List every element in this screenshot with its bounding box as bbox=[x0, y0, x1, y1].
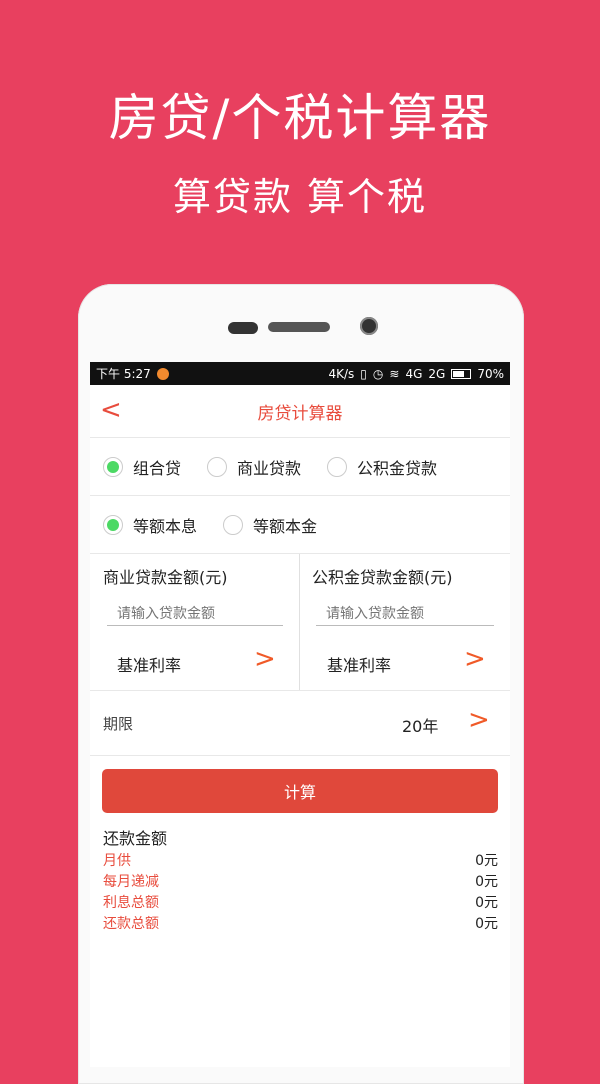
chevron-right-icon[interactable]: > bbox=[468, 705, 490, 735]
radio-commercial-loan[interactable]: 商业贷款 bbox=[207, 455, 301, 479]
term-label: 期限 bbox=[103, 715, 134, 733]
network-speed: 4K/s bbox=[328, 366, 355, 381]
signal-4g: 4G bbox=[405, 366, 423, 381]
commercial-rate-label[interactable]: 基准利率 bbox=[117, 652, 181, 676]
fund-amount-label: 公积金贷款金额(元) bbox=[312, 568, 453, 587]
phone-sensor bbox=[228, 322, 258, 334]
result-item-monthly: 月供 0元 bbox=[103, 850, 498, 871]
radio-unchecked-icon bbox=[327, 456, 348, 477]
phone-speaker bbox=[268, 322, 330, 332]
result-value: 0元 bbox=[475, 895, 498, 911]
result-list: 月供 0元 每月递减 0元 利息总额 0元 还款总额 0元 bbox=[103, 850, 498, 934]
radio-label: 等额本金 bbox=[253, 516, 318, 536]
status-time: 下午 5:27 bbox=[96, 367, 151, 381]
term-selector[interactable]: 期限 20年 > bbox=[90, 691, 510, 756]
fund-amount-input[interactable] bbox=[316, 602, 494, 626]
calculate-button[interactable]: 计算 bbox=[102, 769, 498, 813]
commercial-amount-input[interactable] bbox=[107, 602, 283, 626]
result-title: 还款金额 bbox=[103, 829, 168, 848]
notification-icon bbox=[156, 367, 169, 380]
result-item-monthly-decrease: 每月递减 0元 bbox=[103, 871, 498, 892]
phone-camera bbox=[360, 317, 378, 335]
navbar: < 房贷计算器 bbox=[90, 385, 510, 438]
radio-combined-loan[interactable]: 组合贷 bbox=[103, 455, 181, 479]
loan-type-group: 组合贷 商业贷款 公积金贷款 bbox=[90, 438, 510, 496]
result-item-total-repayment: 还款总额 0元 bbox=[103, 913, 498, 934]
commercial-loan-panel: 商业贷款金额(元) 基准利率 > bbox=[90, 554, 300, 690]
back-button[interactable]: < bbox=[100, 395, 122, 425]
radio-fund-loan[interactable]: 公积金贷款 bbox=[327, 455, 437, 479]
result-key: 每月递减 bbox=[103, 874, 159, 890]
radio-unchecked-icon bbox=[223, 514, 244, 535]
signal-2g: 2G bbox=[428, 366, 446, 381]
result-value: 0元 bbox=[475, 916, 498, 932]
chevron-right-icon[interactable]: > bbox=[254, 644, 276, 674]
fund-rate-label[interactable]: 基准利率 bbox=[327, 652, 391, 676]
radio-label: 组合贷 bbox=[133, 458, 182, 478]
radio-label: 商业贷款 bbox=[237, 458, 302, 478]
battery-level: 70% bbox=[477, 366, 504, 381]
result-value: 0元 bbox=[475, 853, 498, 869]
result-key: 还款总额 bbox=[103, 916, 159, 932]
radio-unchecked-icon bbox=[207, 456, 228, 477]
fund-loan-panel: 公积金贷款金额(元) 基准利率 > bbox=[300, 554, 510, 690]
chevron-right-icon[interactable]: > bbox=[464, 644, 486, 674]
radio-checked-icon bbox=[103, 514, 123, 535]
wifi-icon: ≋ bbox=[389, 366, 400, 381]
radio-checked-icon bbox=[103, 456, 123, 477]
result-item-total-interest: 利息总额 0元 bbox=[103, 892, 498, 913]
radio-label: 公积金贷款 bbox=[357, 458, 438, 478]
term-value: 20年 bbox=[402, 717, 439, 736]
commercial-amount-label: 商业贷款金额(元) bbox=[103, 568, 228, 587]
page-title: 房贷计算器 bbox=[257, 403, 343, 424]
status-bar: 下午 5:27 4K/s ▯ ◷ ≋ 4G 2G 70% bbox=[90, 362, 510, 385]
alarm-icon: ◷ bbox=[372, 366, 384, 381]
radio-label: 等额本息 bbox=[133, 516, 198, 536]
radio-equal-installment[interactable]: 等额本息 bbox=[103, 513, 197, 537]
promo-subtitle: 算贷款 算个税 bbox=[172, 175, 428, 219]
loan-amount-block: 商业贷款金额(元) 基准利率 > 公积金贷款金额(元) 基准利率 > bbox=[90, 554, 510, 691]
result-key: 利息总额 bbox=[103, 895, 159, 911]
battery-icon bbox=[451, 368, 472, 379]
app-screen: 下午 5:27 4K/s ▯ ◷ ≋ 4G 2G 70% < 房贷计算器 组合贷… bbox=[90, 362, 510, 1067]
vibrate-icon: ▯ bbox=[360, 366, 367, 381]
repay-method-group: 等额本息 等额本金 bbox=[90, 496, 510, 554]
result-value: 0元 bbox=[475, 874, 498, 890]
radio-equal-principal[interactable]: 等额本金 bbox=[223, 513, 317, 537]
promo-title: 房贷/个税计算器 bbox=[108, 89, 492, 147]
result-key: 月供 bbox=[103, 853, 131, 869]
